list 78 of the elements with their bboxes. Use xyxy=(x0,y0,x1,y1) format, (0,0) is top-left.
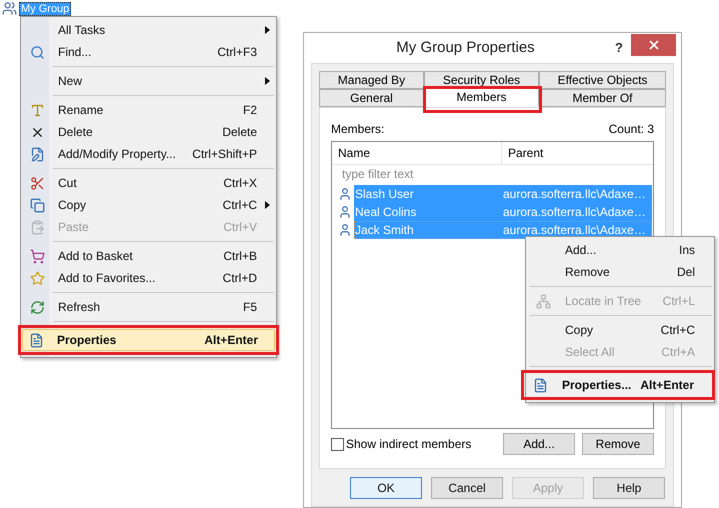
submenu-arrow-icon xyxy=(264,201,270,209)
tab[interactable]: Managed By xyxy=(319,71,424,89)
cart-icon xyxy=(30,248,44,264)
dialog-button[interactable]: OK xyxy=(350,477,422,499)
menu-item[interactable]: Remove Del xyxy=(528,261,712,283)
menu-item[interactable]: Cut Ctrl+X xyxy=(23,172,274,194)
user-icon xyxy=(338,205,352,219)
properties-icon xyxy=(28,332,44,348)
shortcut-text: Ctrl+C xyxy=(222,197,258,214)
submenu-arrow-icon xyxy=(264,77,270,85)
checkbox-label: Show indirect members xyxy=(346,436,472,453)
menu-item[interactable]: Properties Alt+Enter xyxy=(22,329,275,351)
star-icon xyxy=(30,270,44,286)
menu-item[interactable]: Add/Modify Property... Ctrl+Shift+P xyxy=(23,143,274,165)
menu-item[interactable]: Properties... Alt+Enter xyxy=(525,374,711,396)
properties-icon xyxy=(532,378,548,392)
search-icon xyxy=(30,44,44,60)
menu-item[interactable]: Add to Basket Ctrl+B xyxy=(23,245,274,267)
menu-item[interactable]: Find... Ctrl+F3 xyxy=(23,41,274,63)
shortcut-text: Delete xyxy=(222,124,258,141)
shortcut-text: F5 xyxy=(242,299,258,316)
members-label: Members: xyxy=(331,121,384,138)
shortcut-text: Ins xyxy=(678,242,696,259)
document-pen-icon xyxy=(30,146,44,162)
shortcut-text: Del xyxy=(676,264,696,281)
close-button[interactable] xyxy=(631,34,676,56)
menu-item[interactable]: All Tasks xyxy=(23,19,274,41)
table-cell-text: aurora.softerra.llc\Adaxe… xyxy=(503,186,647,203)
count-label: Count: 3 xyxy=(608,121,654,138)
help-button[interactable]: ? xyxy=(607,37,631,59)
submenu-arrow-icon xyxy=(264,26,270,34)
shortcut-text: Ctrl+Shift+P xyxy=(192,146,258,163)
dialog-button[interactable]: Cancel xyxy=(431,477,503,499)
shortcut-text: Ctrl+F3 xyxy=(217,44,258,61)
shortcut-text: Ctrl+L xyxy=(662,293,696,310)
window-title: My Group Properties xyxy=(395,38,536,58)
column-header[interactable]: Name xyxy=(332,142,502,164)
text-icon xyxy=(30,102,44,118)
refresh-icon xyxy=(30,300,44,314)
close-icon xyxy=(646,38,660,52)
menu-item[interactable]: Copy Ctrl+C xyxy=(23,194,274,216)
tab[interactable]: Member Of xyxy=(539,89,666,107)
shortcut-text: Alt+Enter xyxy=(640,377,695,394)
table-cell-text: aurora.softerra.llc\Adaxe… xyxy=(503,204,647,221)
shortcut-text: Ctrl+V xyxy=(223,219,258,236)
group-icon xyxy=(2,1,17,16)
tree-icon xyxy=(536,294,550,308)
shortcut-text: Ctrl+A xyxy=(661,344,696,361)
shortcut-text: Ctrl+X xyxy=(223,175,258,192)
table-cell-text: Slash User xyxy=(355,186,415,203)
list-button[interactable]: Add... xyxy=(503,433,575,455)
menu-item[interactable]: Copy Ctrl+C xyxy=(528,319,712,341)
dialog-button[interactable]: Help xyxy=(593,477,665,499)
menu-item[interactable]: Add... Ins xyxy=(528,239,712,261)
table-cell-text: Jack Smith xyxy=(355,222,415,239)
copy-icon xyxy=(30,198,44,212)
menu-item[interactable]: Refresh F5 xyxy=(23,296,274,318)
menu-item[interactable]: Add to Favorites... Ctrl+D xyxy=(23,267,274,289)
shortcut-text: F2 xyxy=(242,102,258,119)
tab[interactable]: Effective Objects xyxy=(539,71,666,89)
menu-item[interactable]: Delete Delete xyxy=(23,121,274,143)
user-icon xyxy=(338,187,352,201)
shortcut-text: Ctrl+C xyxy=(660,322,696,339)
table-cell-text: aurora.softerra.llc\Adaxe… xyxy=(503,222,647,239)
menu-item[interactable]: Rename F2 xyxy=(23,99,274,121)
checkbox[interactable] xyxy=(331,438,344,450)
filter-field[interactable]: type filter text xyxy=(334,165,651,183)
clipboard-icon xyxy=(30,220,44,234)
shortcut-text: Ctrl+B xyxy=(223,248,258,265)
shortcut-text: Alt+Enter xyxy=(204,332,259,349)
menu-item[interactable]: New xyxy=(23,70,274,92)
user-icon xyxy=(338,223,352,237)
list-button[interactable]: Remove xyxy=(582,433,654,455)
shortcut-text: Ctrl+D xyxy=(222,270,258,287)
tab[interactable]: General xyxy=(319,89,424,107)
scissors-icon xyxy=(30,176,44,190)
column-header[interactable]: Parent xyxy=(502,142,653,164)
table-cell-text: Neal Colins xyxy=(355,204,418,221)
